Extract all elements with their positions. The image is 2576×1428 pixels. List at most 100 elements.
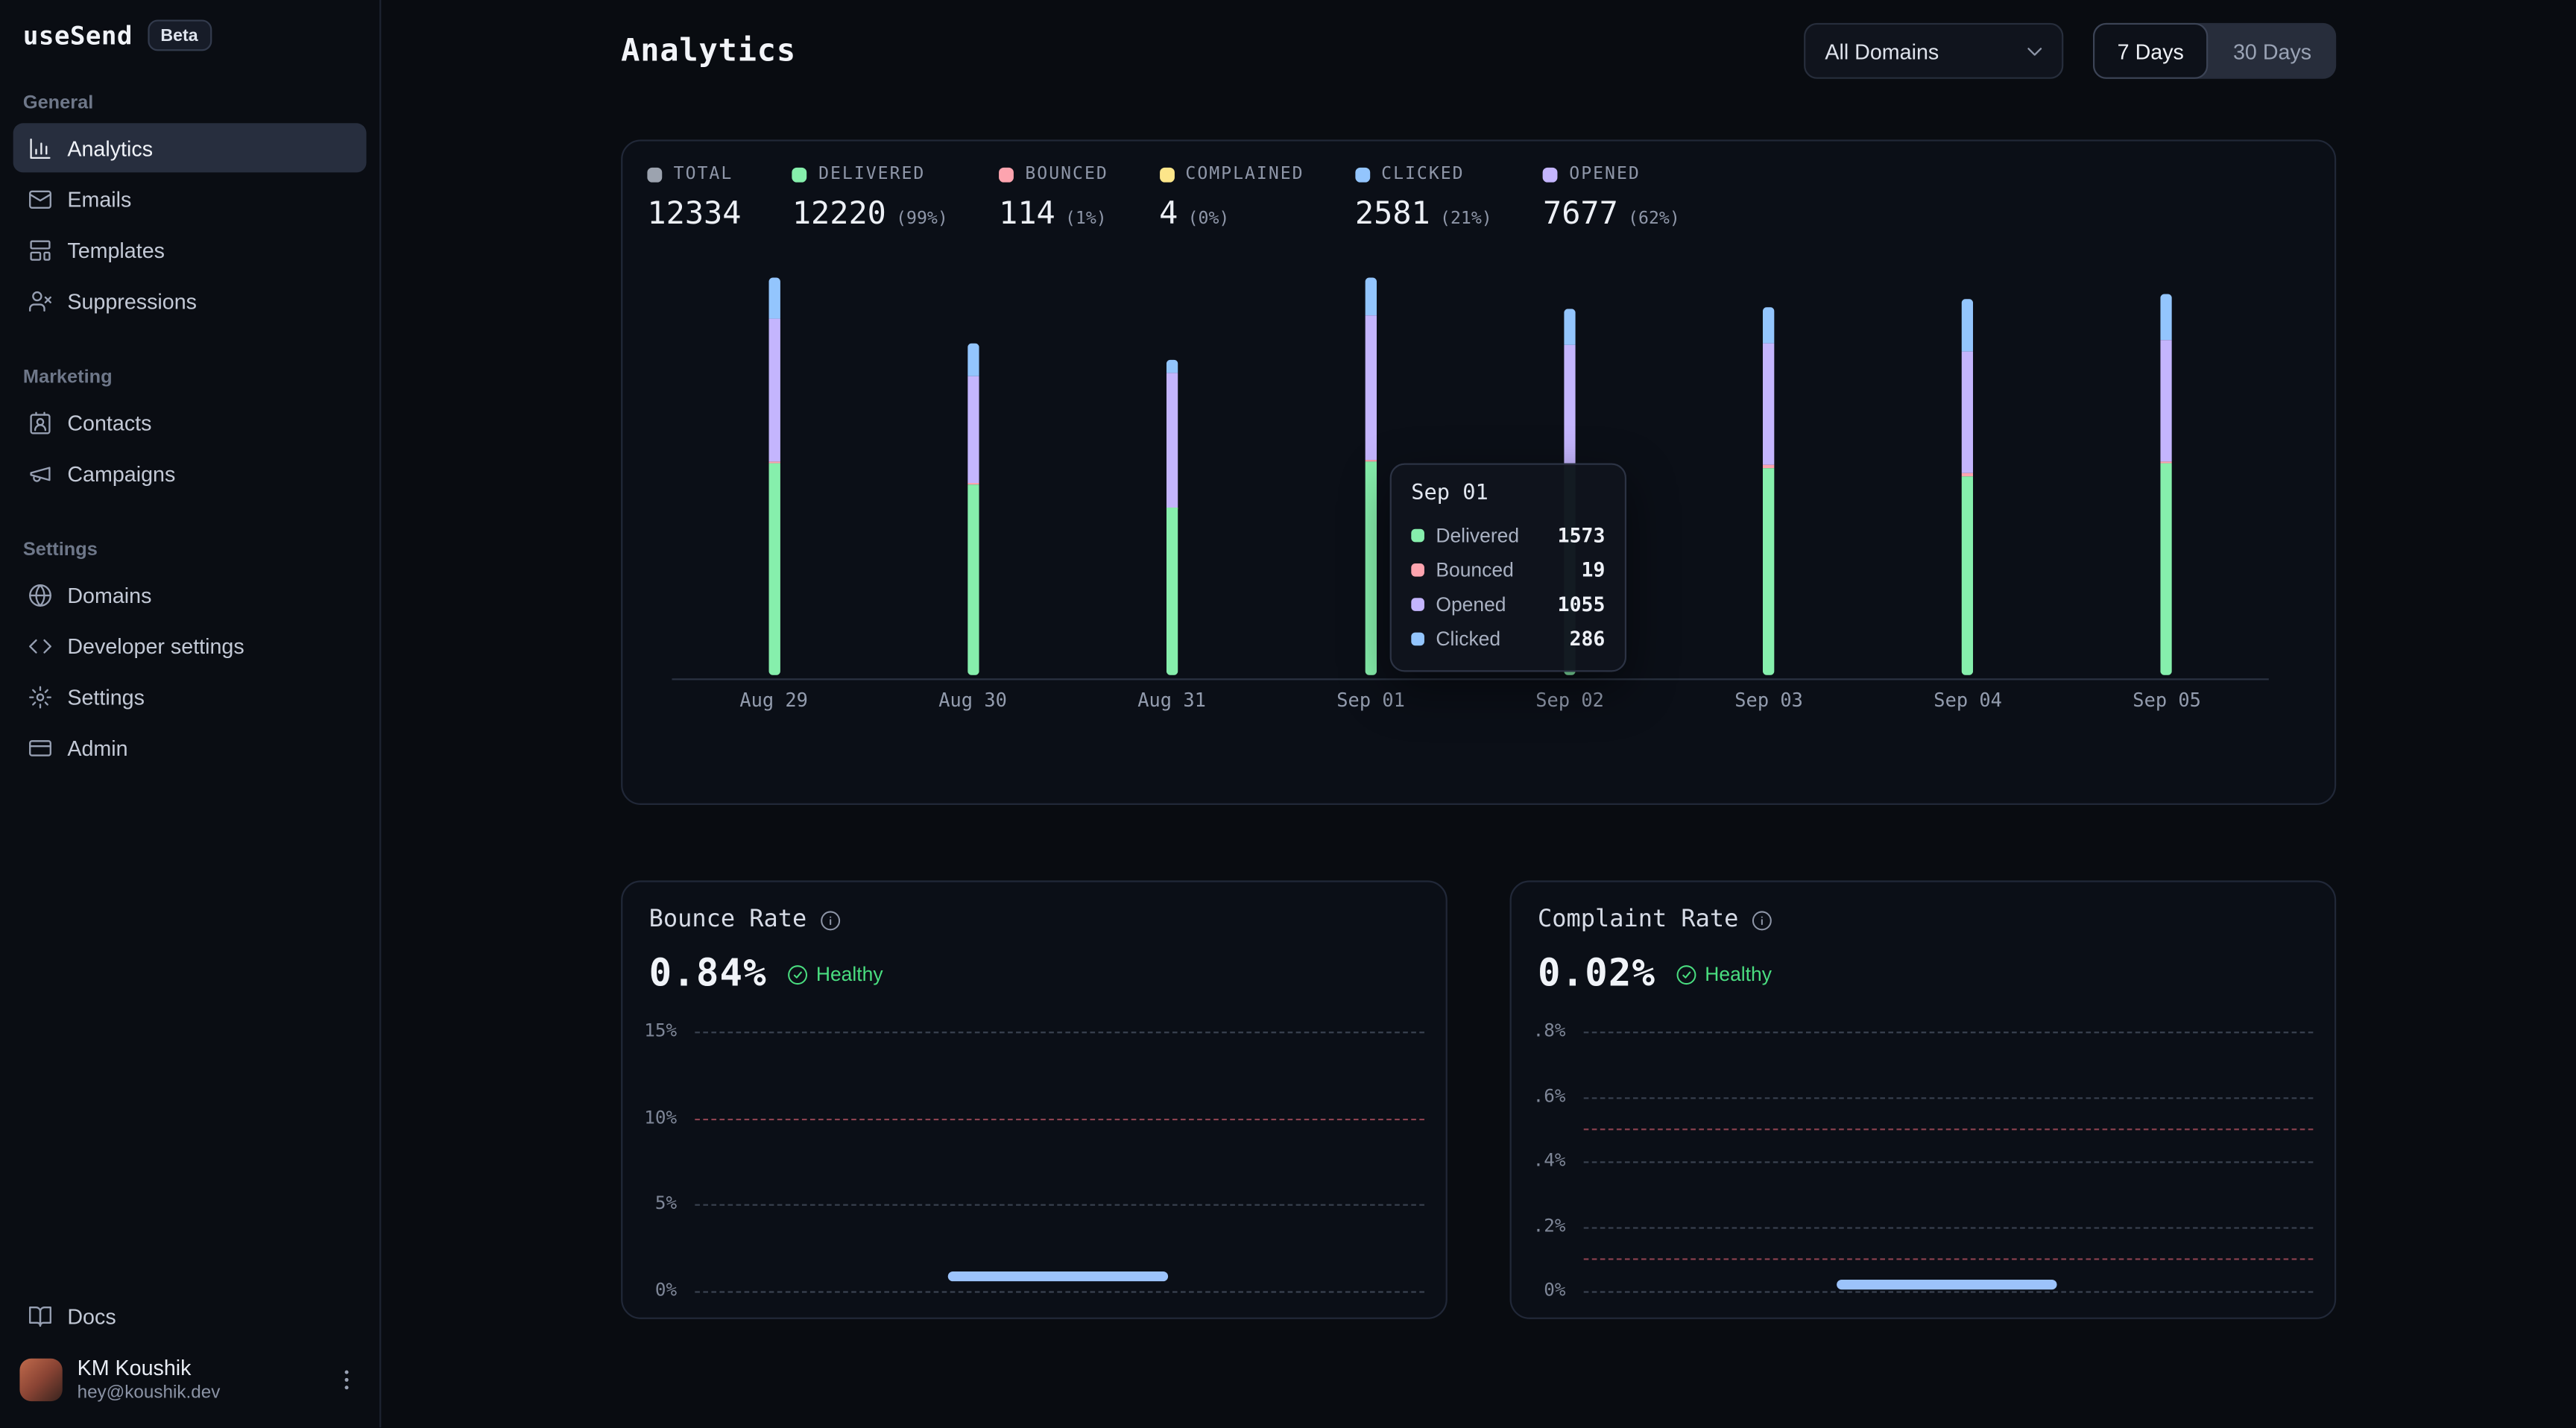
- complaint-rate-value: 0.02%: [1538, 952, 1655, 995]
- beta-badge: Beta: [148, 19, 211, 51]
- bounce-rate-value-row: 0.84% Healthy: [649, 952, 883, 995]
- sidebar-item-analytics[interactable]: Analytics: [13, 123, 367, 172]
- y-axis-label: 0%: [1516, 1280, 1565, 1301]
- sidebar-item-campaigns[interactable]: Campaigns: [13, 449, 367, 498]
- sidebar-item-contacts[interactable]: Contacts: [13, 397, 367, 446]
- domain-filter-value: All Domains: [1825, 39, 1939, 63]
- user-profile-row[interactable]: KM Koushik hey@koushik.dev: [0, 1343, 379, 1428]
- tooltip-title: Sep 01: [1411, 481, 1605, 506]
- content-container: Analytics All Domains 7 Days30 Days TOTA…: [621, 0, 2336, 1428]
- email-volume-chart: Sep 01 Delivered1573Bounced19Opened1055C…: [622, 142, 2334, 803]
- tooltip-series-label: Clicked: [1436, 627, 1500, 650]
- range-button-30-days[interactable]: 30 Days: [2209, 23, 2336, 79]
- legend-dot-icon: [1411, 597, 1424, 610]
- bar-segment-delivered: [1365, 462, 1376, 675]
- bar-segment-opened: [1564, 345, 1575, 464]
- sidebar-item-admin[interactable]: Admin: [13, 723, 367, 772]
- bounce-rate-title: Bounce Rate: [649, 907, 807, 933]
- tooltip-row-opened: Opened 1055: [1411, 587, 1605, 621]
- mail-icon: [28, 186, 52, 211]
- chevron-down-icon: [2022, 39, 2047, 63]
- x-axis-label: Sep 02: [1496, 689, 1644, 712]
- analytics-overview-card: TOTAL12334DELIVERED12220(99%)BOUNCED114(…: [621, 139, 2336, 805]
- bar-segment-delivered: [1962, 476, 1973, 675]
- bar-segment-opened: [2161, 339, 2172, 461]
- globe-icon: [28, 582, 52, 607]
- gridline: [695, 1204, 1424, 1206]
- bar-segment-clicked: [967, 343, 978, 376]
- volume-bar-aug-29[interactable]: [768, 278, 779, 674]
- book-open-icon: [28, 1304, 52, 1329]
- volume-bar-sep-04[interactable]: [1962, 300, 1973, 675]
- megaphone-icon: [28, 461, 52, 485]
- rate-cards-row: Bounce Rate 0.84% Healthy 15%10%5%0% Com…: [621, 880, 2336, 1318]
- y-axis-label: .4%: [1516, 1150, 1565, 1172]
- sidebar-item-label: Templates: [67, 237, 165, 262]
- bar-segment-clicked: [1365, 277, 1376, 316]
- nav-section-label: Settings: [23, 540, 356, 560]
- sidebar-item-domains[interactable]: Domains: [13, 570, 367, 619]
- y-axis-label: .8%: [1516, 1020, 1565, 1041]
- sidebar-item-templates[interactable]: Templates: [13, 225, 367, 274]
- sidebar-item-suppressions[interactable]: Suppressions: [13, 276, 367, 325]
- sidebar-spacer: [0, 774, 379, 1290]
- sidebar-item-label: Campaigns: [67, 461, 175, 485]
- bounce-rate-value: 0.84%: [649, 952, 767, 995]
- bar-segment-clicked: [2161, 294, 2172, 339]
- bar-segment-delivered: [768, 464, 779, 675]
- tooltip-series-value: 1573: [1558, 523, 1606, 546]
- sidebar-item-developer-settings[interactable]: Developer settings: [13, 621, 367, 670]
- bounce-rate-card: Bounce Rate 0.84% Healthy 15%10%5%0%: [621, 880, 1448, 1318]
- y-axis-label: 10%: [628, 1106, 677, 1128]
- gridline: [1584, 1161, 2314, 1163]
- volume-bar-sep-03[interactable]: [1763, 308, 1774, 675]
- code-icon: [28, 634, 52, 658]
- sidebar-item-label: Emails: [67, 186, 131, 211]
- sidebar-item-docs[interactable]: Docs: [13, 1292, 367, 1341]
- info-icon[interactable]: [820, 909, 842, 931]
- range-button-7-days[interactable]: 7 Days: [2093, 23, 2209, 79]
- threshold-gridline: [1584, 1129, 2314, 1131]
- user-menu-dots-icon[interactable]: [333, 1368, 359, 1394]
- tooltip-series-label: Opened: [1436, 593, 1506, 616]
- tooltip-series-value: 1055: [1558, 593, 1606, 616]
- bounce-status-label: Healthy: [816, 963, 883, 986]
- sidebar-nav: GeneralAnalyticsEmailsTemplatesSuppressi…: [0, 51, 379, 774]
- tooltip-series-value: 286: [1570, 627, 1606, 650]
- domain-filter-select[interactable]: All Domains: [1804, 23, 2063, 79]
- user-x-icon: [28, 288, 52, 313]
- volume-bar-sep-01[interactable]: [1365, 277, 1376, 675]
- app-logo: useSend: [23, 21, 133, 51]
- gridline: [1584, 1031, 2314, 1033]
- tooltip-series-label: Bounced: [1436, 557, 1513, 581]
- user-name: KM Koushik: [78, 1356, 221, 1383]
- volume-bar-sep-05[interactable]: [2161, 294, 2172, 675]
- complaint-rate-value-row: 0.02% Healthy: [1538, 952, 1772, 995]
- x-axis-line: [672, 678, 2268, 680]
- user-meta: KM Koushik hey@koushik.dev: [78, 1356, 221, 1405]
- x-axis-label: Aug 29: [700, 689, 847, 712]
- docs-label: Docs: [67, 1304, 116, 1329]
- id-card-icon: [28, 735, 52, 759]
- contact-icon: [28, 410, 52, 435]
- x-axis-label: Sep 03: [1695, 689, 1843, 712]
- volume-bar-aug-31[interactable]: [1166, 361, 1177, 675]
- threshold-gridline: [695, 1118, 1424, 1119]
- bar-segment-opened: [768, 319, 779, 461]
- bar-segment-clicked: [768, 278, 779, 319]
- bar-segment-opened: [1166, 373, 1177, 507]
- bar-segment-clicked: [1962, 300, 1973, 351]
- sidebar-item-emails[interactable]: Emails: [13, 174, 367, 224]
- complaint-status-badge: Healthy: [1676, 963, 1772, 986]
- bar-segment-delivered: [2161, 464, 2172, 675]
- avatar: [19, 1359, 62, 1402]
- gridline: [1584, 1226, 2314, 1228]
- sidebar-item-settings[interactable]: Settings: [13, 672, 367, 721]
- main-area: Analytics All Domains 7 Days30 Days TOTA…: [381, 0, 2576, 1428]
- bounce-rate-title-row: Bounce Rate: [649, 907, 842, 933]
- volume-bar-aug-30[interactable]: [967, 343, 978, 675]
- bar-segment-clicked: [1564, 309, 1575, 345]
- tooltip-series-label: Delivered: [1436, 523, 1519, 546]
- sidebar: useSend Beta GeneralAnalyticsEmailsTempl…: [0, 0, 381, 1428]
- info-icon[interactable]: [1752, 909, 1773, 931]
